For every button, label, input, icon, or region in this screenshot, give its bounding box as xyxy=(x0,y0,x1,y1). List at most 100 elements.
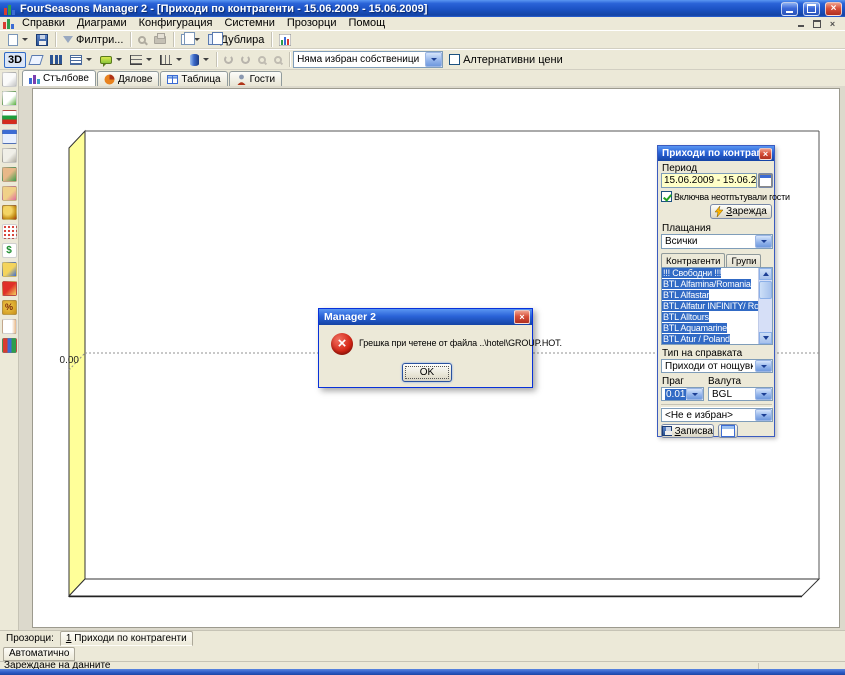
automatic-button[interactable]: Автоматично xyxy=(3,647,75,661)
depth-button[interactable] xyxy=(186,52,213,68)
save-report-button[interactable]: Записва xyxy=(661,424,714,438)
list-item[interactable]: BTL Alfamina/Romania xyxy=(662,279,751,289)
template-value: <Не е избран> xyxy=(665,410,753,421)
guest-faces-icon[interactable] xyxy=(2,262,17,277)
scroll-up-button[interactable] xyxy=(759,268,772,280)
calendar-button[interactable] xyxy=(758,173,773,188)
guests-icon[interactable] xyxy=(2,167,17,182)
save-button[interactable] xyxy=(32,32,52,48)
combo-dropdown-button[interactable] xyxy=(425,52,442,67)
combo-dropdown-button[interactable] xyxy=(686,388,703,400)
3d-toggle-button[interactable]: 3D xyxy=(4,52,26,68)
menu-item-reports[interactable]: Справки xyxy=(16,17,71,30)
v-gridlines-button[interactable] xyxy=(156,52,186,68)
chevron-down-icon xyxy=(761,365,767,368)
contractors-list[interactable]: !!! Свободни !!! BTL Alfamina/Romania BT… xyxy=(661,267,773,345)
zoom-out-button[interactable] xyxy=(270,52,286,68)
mdi-minimize-button[interactable] xyxy=(794,18,807,29)
template-select[interactable]: <Не е избран> xyxy=(661,408,773,422)
document-export-icon[interactable] xyxy=(2,91,17,106)
occupancy-matrix-icon[interactable] xyxy=(2,224,17,239)
error-message: Грешка при четене от файла ..\hotel\GROU… xyxy=(359,338,531,348)
window-tab-button[interactable]: 1 Приходи по контрагенти xyxy=(60,631,193,646)
calendar-icon[interactable] xyxy=(2,129,17,144)
report-type-select[interactable]: Приходи от нощувки xyxy=(661,359,773,373)
legend-icon xyxy=(70,55,82,65)
groups-tab[interactable]: Групи xyxy=(726,254,761,268)
list-item[interactable]: BTL Alltours xyxy=(662,312,709,322)
filters-button[interactable]: Филтри... xyxy=(59,32,127,48)
copy-button[interactable] xyxy=(177,32,204,48)
print-preview-button[interactable] xyxy=(134,32,150,48)
list-item[interactable]: BTL Alfatur INFINITY/ Romani xyxy=(662,301,758,311)
period-input[interactable]: 15.06.2009 - 15.06.2009 xyxy=(661,173,757,188)
menu-item-diagrams[interactable]: Диаграми xyxy=(71,17,133,30)
report-type-label: Тип на справката xyxy=(662,348,742,359)
toolbar-separator xyxy=(130,32,131,47)
menu-item-help[interactable]: Помощ xyxy=(342,17,391,30)
combo-dropdown-button[interactable] xyxy=(755,409,772,421)
duplicate-button[interactable]: Дублира xyxy=(204,32,268,48)
coins-icon[interactable] xyxy=(2,205,17,220)
folder-print-icon[interactable] xyxy=(2,186,17,201)
tab-guests[interactable]: Гости xyxy=(229,71,282,86)
tab-columns[interactable]: Стълбове xyxy=(22,70,96,86)
menu-item-windows[interactable]: Прозорци xyxy=(281,17,343,30)
contractors-tab[interactable]: Контрагенти xyxy=(661,253,725,268)
rotate-cw-button[interactable] xyxy=(237,52,254,68)
legend-button[interactable] xyxy=(66,52,96,68)
list-scrollbar[interactable] xyxy=(758,268,772,344)
minimize-button[interactable] xyxy=(781,2,798,16)
callout-button[interactable] xyxy=(96,52,126,68)
ok-button[interactable]: OK xyxy=(402,363,452,382)
rotate-ccw-button[interactable] xyxy=(220,52,237,68)
dollar-icon[interactable]: $ xyxy=(2,243,17,258)
h-gridlines-button[interactable] xyxy=(126,52,156,68)
list-item[interactable]: !!! Свободни !!! xyxy=(662,268,721,278)
menu-item-configuration[interactable]: Конфигурация xyxy=(133,17,219,30)
mdi-restore-button[interactable] xyxy=(810,18,823,29)
horizontal-gridlines-icon xyxy=(130,55,142,65)
bar-chart-icon xyxy=(29,73,40,84)
report-form-icon[interactable] xyxy=(2,148,17,163)
flag-icon[interactable] xyxy=(2,110,17,125)
currency-select[interactable]: BGL xyxy=(708,387,773,401)
scroll-down-button[interactable] xyxy=(759,332,772,344)
payments-select[interactable]: Всички xyxy=(661,234,773,249)
perspective-button[interactable] xyxy=(26,52,46,68)
include-guests-checkbox[interactable] xyxy=(661,191,672,202)
list-item[interactable]: BTL Alfastar xyxy=(662,290,709,300)
scroll-thumb[interactable] xyxy=(759,281,772,299)
combo-dropdown-button[interactable] xyxy=(755,388,772,400)
chart-report-icon[interactable] xyxy=(2,338,17,353)
owner-combobox[interactable]: Няма избран собственици xyxy=(293,51,443,68)
list-item[interactable]: BTL Aquamarine xyxy=(662,323,727,333)
percent-coin-icon[interactable]: % xyxy=(2,300,17,315)
close-button[interactable]: × xyxy=(825,2,842,16)
zoom-in-button[interactable] xyxy=(254,52,270,68)
filters-label: Филтри... xyxy=(76,34,123,46)
threshold-combobox[interactable]: 0.01 xyxy=(661,387,704,401)
alt-prices-checkbox[interactable] xyxy=(449,54,460,65)
print-button[interactable] xyxy=(150,32,170,48)
panel-close-button[interactable]: × xyxy=(759,148,772,160)
table-view-button[interactable] xyxy=(718,424,738,438)
combo-dropdown-button[interactable] xyxy=(755,235,772,248)
tab-table[interactable]: Таблица xyxy=(160,71,227,86)
tab-pie[interactable]: Дялове xyxy=(97,71,159,86)
new-button[interactable] xyxy=(4,32,32,48)
load-button[interactable]: Зарежда xyxy=(710,204,772,219)
list-item[interactable]: BTL Atur / Poland xyxy=(662,334,730,344)
series-values-button[interactable] xyxy=(46,52,66,68)
room-grid-icon[interactable] xyxy=(2,72,17,87)
dialog-close-button[interactable]: × xyxy=(514,310,530,324)
guest-list-icon[interactable] xyxy=(2,319,17,334)
price-cut-icon[interactable] xyxy=(2,281,17,296)
mdi-close-button[interactable]: × xyxy=(826,18,839,29)
menu-item-system[interactable]: Системни xyxy=(218,17,280,30)
combo-dropdown-button[interactable] xyxy=(755,360,772,372)
zoom-out-icon xyxy=(274,56,282,64)
report-chart-button[interactable] xyxy=(275,32,295,48)
restore-button[interactable] xyxy=(803,2,820,16)
threshold-value: 0.01 xyxy=(665,389,686,400)
